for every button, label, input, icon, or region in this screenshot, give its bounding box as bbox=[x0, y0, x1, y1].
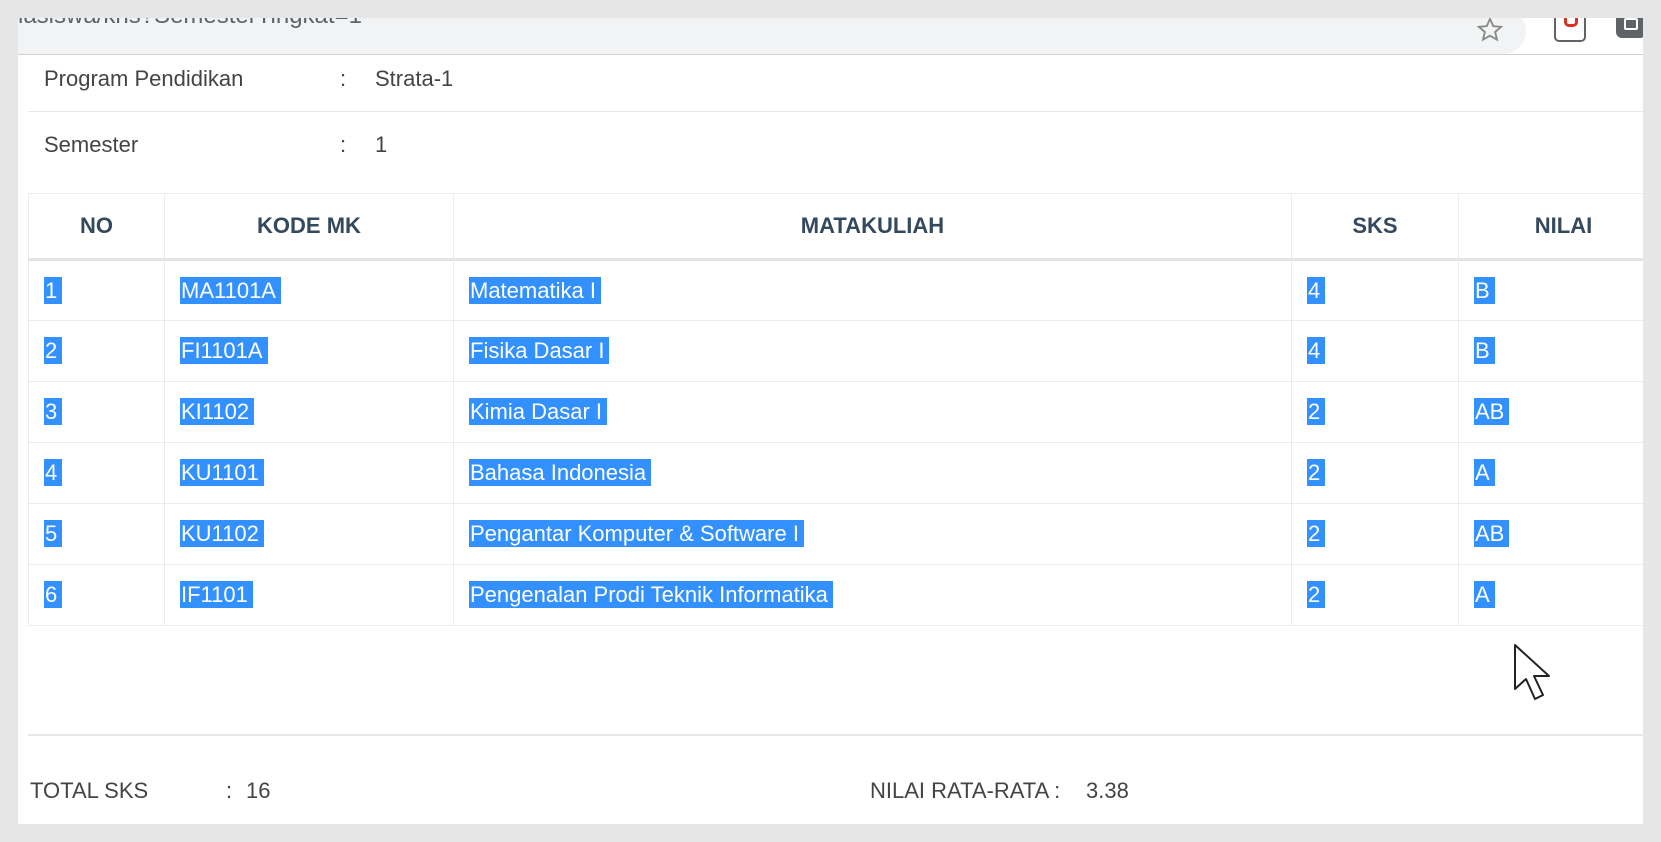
cell-matakuliah: Pengantar Komputer & Software I bbox=[453, 503, 1292, 565]
browser-window: iasiswa/khs?SemesterTingkat=1 Program Pe… bbox=[18, 18, 1643, 824]
cell-nilai: A bbox=[1458, 442, 1643, 504]
cell-sks: 2 bbox=[1291, 503, 1459, 565]
cell-kode: KU1102 bbox=[164, 503, 454, 565]
nilai-rata-value: 3.38 bbox=[1086, 778, 1129, 803]
cell-kode: FI1101A bbox=[164, 320, 454, 382]
cell-text: 3 bbox=[44, 398, 63, 425]
bookmark-star-icon[interactable] bbox=[1476, 18, 1504, 44]
program-colon: : bbox=[340, 66, 347, 91]
cell-text: IF1101 bbox=[180, 581, 253, 608]
cell-sks: 2 bbox=[1291, 381, 1459, 443]
mouse-cursor-icon bbox=[1513, 643, 1559, 703]
extension-icon[interactable] bbox=[1616, 18, 1643, 38]
nilai-rata-label: NILAI RATA-RATA : bbox=[870, 778, 1061, 803]
semester-value: 1 bbox=[375, 132, 388, 157]
cell-no: 2 bbox=[28, 320, 165, 382]
cell-text: Kimia Dasar I bbox=[469, 398, 608, 425]
semester-row: Semester : 1 bbox=[28, 114, 1643, 157]
cell-nilai: B bbox=[1458, 259, 1643, 321]
cell-nilai: AB bbox=[1458, 503, 1643, 565]
program-label: Program Pendidikan bbox=[44, 66, 244, 91]
cell-sks: 4 bbox=[1291, 259, 1459, 321]
cell-sks: 2 bbox=[1291, 564, 1459, 626]
cell-text: 4 bbox=[1307, 276, 1326, 304]
cell-text: B bbox=[1474, 276, 1495, 304]
cell-matakuliah: Matematika I bbox=[453, 259, 1292, 321]
total-sks-value: 16 bbox=[246, 778, 271, 803]
table-header-row: NO KODE MK MATAKULIAH SKS NILAI bbox=[28, 193, 1643, 261]
cell-text: FI1101A bbox=[180, 337, 268, 364]
header-no[interactable]: NO bbox=[28, 193, 165, 261]
cell-text: B bbox=[1474, 337, 1495, 364]
cell-kode: IF1101 bbox=[164, 564, 454, 626]
cell-text: 5 bbox=[44, 520, 63, 547]
header-sks[interactable]: SKS bbox=[1291, 193, 1459, 261]
cell-text: Pengantar Komputer & Software I bbox=[469, 520, 804, 547]
cell-text: 4 bbox=[44, 459, 63, 486]
cell-text: 2 bbox=[1307, 398, 1326, 425]
cell-kode: KI1102 bbox=[164, 381, 454, 443]
cell-text: 2 bbox=[1307, 459, 1326, 486]
cell-matakuliah: Pengenalan Prodi Teknik Informatika bbox=[453, 564, 1292, 626]
table-row: 2 FI1101A Fisika Dasar I 4 B bbox=[28, 320, 1643, 382]
cell-text: A bbox=[1474, 459, 1495, 486]
cell-nilai: A bbox=[1458, 564, 1643, 626]
cell-text: Fisika Dasar I bbox=[469, 337, 610, 364]
grades-table: NO KODE MK MATAKULIAH SKS NILAI 1 MA1101… bbox=[28, 193, 1643, 626]
cell-text: KU1101 bbox=[180, 459, 264, 486]
cell-no: 4 bbox=[28, 442, 165, 504]
cell-no: 6 bbox=[28, 564, 165, 626]
cell-text: Pengenalan Prodi Teknik Informatika bbox=[469, 581, 833, 608]
header-nilai[interactable]: NILAI bbox=[1458, 193, 1643, 261]
url-text: iasiswa/khs?SemesterTingkat=1 bbox=[18, 18, 362, 30]
cell-matakuliah: Fisika Dasar I bbox=[453, 320, 1292, 382]
program-value: Strata-1 bbox=[375, 66, 454, 91]
cell-kode: MA1101A bbox=[164, 259, 454, 321]
semester-label: Semester bbox=[44, 132, 139, 157]
cell-nilai: AB bbox=[1458, 381, 1643, 443]
cell-text: 2 bbox=[1307, 520, 1326, 547]
cell-text: A bbox=[1474, 581, 1495, 608]
cell-matakuliah: Kimia Dasar I bbox=[453, 381, 1292, 443]
header-kode-mk[interactable]: KODE MK bbox=[164, 193, 454, 261]
cell-text: KU1102 bbox=[180, 520, 264, 547]
header-matakuliah[interactable]: MATAKULIAH bbox=[453, 193, 1292, 261]
table-row: 6 IF1101 Pengenalan Prodi Teknik Informa… bbox=[28, 564, 1643, 626]
cell-text: Bahasa Indonesia bbox=[469, 459, 652, 486]
cell-text: MA1101A bbox=[180, 276, 281, 304]
total-sks-label: TOTAL SKS bbox=[30, 778, 149, 803]
cell-text: AB bbox=[1474, 398, 1510, 425]
total-sks-colon: : bbox=[226, 778, 233, 803]
cell-text: 2 bbox=[1307, 581, 1326, 608]
cell-text: 4 bbox=[1307, 337, 1326, 364]
cell-no: 1 bbox=[28, 259, 165, 321]
cell-kode: KU1101 bbox=[164, 442, 454, 504]
cell-sks: 2 bbox=[1291, 442, 1459, 504]
cell-text: Matematika I bbox=[469, 276, 601, 304]
extension-icon[interactable] bbox=[1554, 18, 1586, 42]
table-row: 4 KU1101 Bahasa Indonesia 2 A bbox=[28, 442, 1643, 504]
cell-sks: 4 bbox=[1291, 320, 1459, 382]
cell-nilai: B bbox=[1458, 320, 1643, 382]
table-row: 3 KI1102 Kimia Dasar I 2 AB bbox=[28, 381, 1643, 443]
cell-text: 6 bbox=[44, 581, 63, 608]
cell-text: KI1102 bbox=[180, 398, 255, 425]
semester-colon: : bbox=[340, 132, 347, 157]
cell-no: 5 bbox=[28, 503, 165, 565]
table-row: 5 KU1102 Pengantar Komputer & Software I… bbox=[28, 503, 1643, 565]
cell-no: 3 bbox=[28, 381, 165, 443]
cell-text: AB bbox=[1474, 520, 1510, 547]
cell-text: 2 bbox=[44, 337, 63, 364]
summary-divider bbox=[28, 734, 1643, 736]
cell-text: 1 bbox=[44, 276, 63, 304]
program-row: Program Pendidikan : Strata-1 bbox=[28, 48, 1643, 112]
table-row: 1 MA1101A Matematika I 4 B bbox=[28, 259, 1643, 321]
cell-matakuliah: Bahasa Indonesia bbox=[453, 442, 1292, 504]
